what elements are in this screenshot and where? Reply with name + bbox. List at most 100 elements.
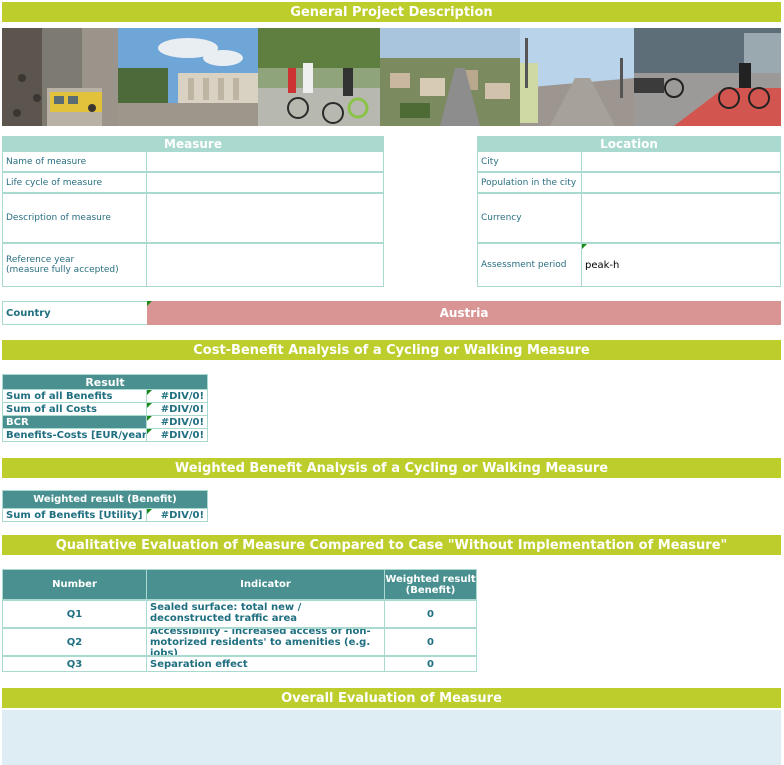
- qual-value: 0: [427, 658, 434, 670]
- section-overall-banner: Overall Evaluation of Measure: [2, 688, 781, 708]
- qual-row-indicator: Separation effect: [146, 656, 385, 672]
- weighted-result-header-label: Weighted result (Benefit): [33, 494, 177, 505]
- qual-row-indicator: Accessibility - increased access of non-…: [146, 628, 385, 656]
- comment-marker-icon: [147, 390, 152, 395]
- overall-evaluation-area[interactable]: [2, 710, 781, 765]
- qual-indicator: Accessibility - increased access of non-…: [150, 628, 371, 656]
- comment-marker-icon: [147, 429, 152, 434]
- weighted-result-table: Weighted result (Benefit) Sum of Benefit…: [2, 490, 208, 522]
- result-value-cell[interactable]: #DIV/0!: [147, 403, 208, 416]
- result-header-label: Result: [85, 375, 125, 389]
- measure-name-label: Name of measure: [2, 151, 147, 172]
- qual-header-number: Number: [2, 569, 147, 600]
- result-value: #DIV/0!: [160, 390, 204, 402]
- reference-year-field[interactable]: [146, 243, 384, 287]
- location-header: Location: [477, 136, 781, 151]
- reference-year-label: Reference year (measure fully accepted): [2, 243, 147, 287]
- result-value-cell[interactable]: #DIV/0!: [147, 416, 208, 429]
- population-label-text: Population in the city: [481, 177, 577, 188]
- qual-header-weighted: Weighted result (Benefit): [384, 569, 477, 600]
- measure-name-label-text: Name of measure: [6, 156, 87, 167]
- currency-field[interactable]: [581, 193, 781, 243]
- section-general-banner: General Project Description: [2, 2, 781, 22]
- assessment-period-label: Assessment period: [477, 243, 582, 287]
- result-row-benefits-costs: Benefits-Costs [EUR/year] #DIV/0!: [2, 429, 208, 442]
- reference-year-label-text: Reference year (measure fully accepted): [6, 255, 119, 275]
- result-row-benefits: Sum of all Benefits #DIV/0!: [2, 390, 208, 403]
- section-cba-banner: Cost-Benefit Analysis of a Cycling or Wa…: [2, 340, 781, 360]
- life-cycle-field[interactable]: [146, 172, 384, 193]
- qual-value: 0: [427, 608, 434, 620]
- qual-header-weighted-label: Weighted result (Benefit): [385, 573, 476, 596]
- qual-number: Q3: [66, 658, 83, 670]
- qual-indicator: Sealed surface: total new / deconstructe…: [150, 602, 302, 624]
- comment-marker-icon: [147, 403, 152, 408]
- section-weighted-title: Weighted Benefit Analysis of a Cycling o…: [174, 460, 609, 476]
- description-field[interactable]: [146, 193, 384, 243]
- population-field[interactable]: [581, 172, 781, 193]
- qual-header-indicator: Indicator: [146, 569, 385, 600]
- assessment-period-value: peak-h: [585, 259, 620, 271]
- country-value: Austria: [439, 306, 489, 320]
- photo-city-square-icon: [118, 28, 258, 126]
- result-label: BCR: [2, 416, 147, 429]
- result-header: Result: [2, 374, 208, 390]
- weighted-result-label: Sum of Benefits [Utility]: [2, 509, 147, 522]
- city-field[interactable]: [581, 151, 781, 172]
- measure-header-label: Measure: [164, 136, 222, 151]
- measure-name-field[interactable]: [146, 151, 384, 172]
- life-cycle-label: Life cycle of measure: [2, 172, 147, 193]
- assessment-period-label-text: Assessment period: [481, 260, 567, 270]
- weighted-result-value: #DIV/0!: [160, 509, 204, 521]
- population-label: Population in the city: [477, 172, 582, 193]
- result-table: Result Sum of all Benefits #DIV/0! Sum o…: [2, 374, 208, 442]
- comment-marker-icon: [582, 244, 587, 249]
- qual-row-number: Q3: [2, 656, 147, 672]
- assessment-period-field[interactable]: peak-h: [581, 243, 781, 287]
- photo-cyclists-icon: [258, 28, 380, 126]
- result-value: #DIV/0!: [160, 416, 204, 428]
- city-label-text: City: [481, 156, 499, 167]
- result-label: Sum of all Costs: [2, 403, 147, 416]
- qual-row-value[interactable]: 0: [384, 628, 477, 656]
- location-header-label: Location: [600, 136, 658, 151]
- qual-number: Q2: [66, 636, 83, 648]
- life-cycle-label-text: Life cycle of measure: [6, 177, 102, 188]
- country-select[interactable]: Austria: [147, 301, 781, 325]
- comment-marker-icon: [147, 509, 152, 514]
- result-value: #DIV/0!: [160, 429, 204, 441]
- measure-header: Measure: [2, 136, 384, 151]
- qual-number: Q1: [66, 608, 83, 620]
- result-value-cell[interactable]: #DIV/0!: [147, 429, 208, 442]
- weighted-result-header: Weighted result (Benefit): [2, 490, 208, 509]
- section-general-title: General Project Description: [290, 4, 493, 20]
- weighted-result-value-cell[interactable]: #DIV/0!: [147, 509, 208, 522]
- currency-label-text: Currency: [481, 213, 522, 223]
- section-qualitative-banner: Qualitative Evaluation of Measure Compar…: [2, 535, 781, 555]
- result-row-costs: Sum of all Costs #DIV/0!: [2, 403, 208, 416]
- section-cba-title: Cost-Benefit Analysis of a Cycling or Wa…: [193, 342, 590, 358]
- qual-header-indicator-label: Indicator: [240, 579, 291, 590]
- qual-header-number-label: Number: [52, 579, 97, 590]
- description-label-text: Description of measure: [6, 213, 111, 223]
- comment-marker-icon: [147, 416, 152, 421]
- result-value-cell[interactable]: #DIV/0!: [147, 390, 208, 403]
- qual-row-value[interactable]: 0: [384, 600, 477, 628]
- result-row-bcr: BCR #DIV/0!: [2, 416, 208, 429]
- result-label: Sum of all Benefits: [2, 390, 147, 403]
- result-value: #DIV/0!: [160, 403, 204, 415]
- weighted-result-row: Sum of Benefits [Utility] #DIV/0!: [2, 509, 208, 522]
- city-label: City: [477, 151, 582, 172]
- section-qualitative-title: Qualitative Evaluation of Measure Compar…: [55, 537, 728, 553]
- photo-city-aerial-icon: [380, 28, 520, 126]
- qual-row-number: Q1: [2, 600, 147, 628]
- result-label: Benefits-Costs [EUR/year]: [2, 429, 147, 442]
- photo-walkway-icon: [520, 28, 634, 126]
- photo-pedestrian-street-icon: [2, 28, 118, 126]
- currency-label: Currency: [477, 193, 582, 243]
- country-label-text: Country: [6, 307, 51, 319]
- qual-row-value[interactable]: 0: [384, 656, 477, 672]
- section-weighted-banner: Weighted Benefit Analysis of a Cycling o…: [2, 458, 781, 478]
- qual-indicator: Separation effect: [150, 658, 248, 670]
- qual-row-number: Q2: [2, 628, 147, 656]
